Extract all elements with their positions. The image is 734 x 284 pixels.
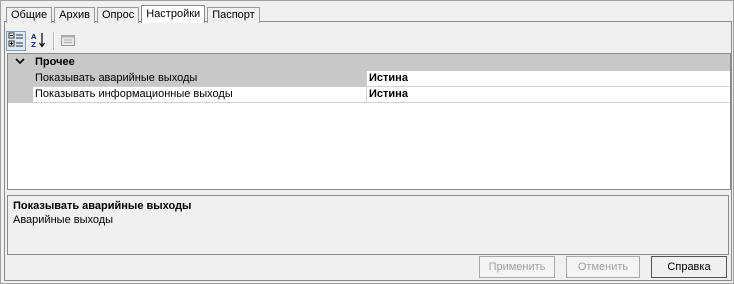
property-name[interactable]: Показывать аварийные выходы: [33, 71, 367, 87]
property-toolbar: A Z: [6, 29, 728, 53]
cancel-button[interactable]: Отменить: [566, 256, 640, 278]
property-pages-button[interactable]: [58, 31, 78, 51]
help-button[interactable]: Справка: [651, 256, 727, 278]
chevron-down-icon[interactable]: [15, 55, 25, 70]
property-value[interactable]: Истина: [367, 71, 730, 87]
alphabetical-sort-icon: A Z: [30, 32, 46, 51]
categorized-view-button[interactable]: [6, 31, 26, 51]
description-text: Аварийные выходы: [13, 214, 114, 226]
tab-poll[interactable]: Опрос: [97, 7, 140, 23]
svg-text:Z: Z: [31, 41, 36, 48]
row-gutter: [8, 87, 33, 103]
property-grid: Прочее Показывать аварийные выходы Истин…: [7, 53, 731, 190]
toolbar-separator: [53, 32, 55, 50]
category-row[interactable]: Прочее: [8, 54, 730, 71]
tab-strip: Общие Архив Опрос Настройки Паспорт: [6, 4, 262, 23]
description-panel: Показывать аварийные выходы Аварийные вы…: [7, 195, 729, 255]
property-pages-icon: [60, 32, 76, 51]
property-row[interactable]: Показывать информационные выходы Истина: [8, 87, 730, 103]
tab-settings[interactable]: Настройки: [141, 5, 206, 23]
categorized-view-icon: [8, 32, 24, 51]
row-gutter: [8, 71, 33, 87]
tab-general[interactable]: Общие: [6, 7, 53, 23]
category-label: Прочее: [35, 56, 75, 68]
apply-button[interactable]: Применить: [479, 256, 555, 278]
description-title: Показывать аварийные выходы: [13, 200, 192, 212]
tab-archive[interactable]: Архив: [54, 7, 95, 23]
property-name[interactable]: Показывать информационные выходы: [33, 87, 367, 103]
svg-text:A: A: [31, 33, 37, 41]
property-row[interactable]: Показывать аварийные выходы Истина: [8, 71, 730, 87]
tab-passport[interactable]: Паспорт: [207, 7, 260, 23]
property-value[interactable]: Истина: [367, 87, 730, 103]
alphabetical-sort-button[interactable]: A Z: [28, 31, 48, 51]
